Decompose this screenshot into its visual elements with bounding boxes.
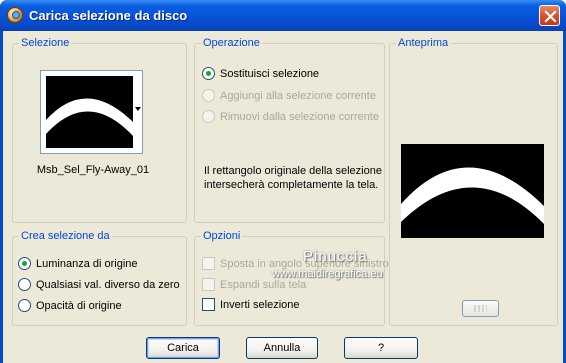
title-bar[interactable]: Carica selezione da disco <box>0 0 566 31</box>
radio-label: Qualsiasi val. diverso da zero <box>36 278 180 291</box>
radio-button[interactable] <box>202 89 215 102</box>
group-opzioni: Opzioni Sposta in angolo superiore sinis… <box>194 230 389 326</box>
radio-opacita-origine[interactable]: Opacità di origine <box>18 299 122 312</box>
annulla-button[interactable]: Annulla <box>246 337 318 359</box>
app-icon <box>7 7 23 23</box>
selection-file-picker[interactable] <box>40 70 143 154</box>
selected-file-name: Msb_Sel_Fly-Away_01 <box>36 164 150 176</box>
radio-label: Sostituisci selezione <box>220 67 320 80</box>
group-label-opzioni: Opzioni <box>201 230 243 243</box>
dialog-body: Selezione Msb_Sel_Fly-Away_01 Operazione… <box>3 31 563 363</box>
group-selezione: Selezione Msb_Sel_Fly-Away_01 <box>12 37 187 223</box>
radio-label: Rimuovi dalla selezione corrente <box>220 110 379 123</box>
checkbox[interactable] <box>202 257 215 270</box>
close-icon <box>544 10 557 23</box>
checkbox-sposta-angolo[interactable]: Sposta in angolo superiore sinistro <box>202 257 389 270</box>
carica-button[interactable]: Carica <box>146 337 220 359</box>
preview-image <box>401 144 544 238</box>
radio-aggiungi-selezione[interactable]: Aggiungi alla selezione corrente <box>202 89 376 102</box>
radio-luminanza-origine[interactable]: Luminanza di origine <box>18 257 138 270</box>
group-label-selezione: Selezione <box>19 37 72 50</box>
dropdown-arrow-icon <box>135 107 141 111</box>
radio-qualsiasi-valore[interactable]: Qualsiasi val. diverso da zero <box>18 278 180 291</box>
close-button[interactable] <box>539 5 560 26</box>
help-button[interactable]: ? <box>344 337 418 359</box>
checkbox-label: Sposta in angolo superiore sinistro <box>220 257 389 270</box>
radio-sostituisci-selezione[interactable]: Sostituisci selezione <box>202 67 319 80</box>
radio-button[interactable] <box>18 278 31 291</box>
radio-button[interactable] <box>18 299 31 312</box>
checkbox[interactable] <box>202 278 215 291</box>
preview-toggle-button[interactable] <box>462 300 499 317</box>
checkbox-inverti-selezione[interactable]: Inverti selezione <box>202 298 300 311</box>
radio-rimuovi-selezione[interactable]: Rimuovi dalla selezione corrente <box>202 110 379 123</box>
checkbox-label: Espandi sulla tela <box>220 278 307 291</box>
group-label-anteprima: Anteprima <box>396 37 451 50</box>
radio-button[interactable] <box>202 67 215 80</box>
selection-shape-image <box>46 98 133 136</box>
group-anteprima: Anteprima <box>389 37 558 326</box>
radio-label: Aggiungi alla selezione corrente <box>220 89 376 102</box>
checkbox-label: Inverti selezione <box>220 298 300 311</box>
selection-thumbnail <box>46 76 133 148</box>
operation-description: Il rettangolo originale della selezione … <box>204 165 382 191</box>
group-label-crea-selezione: Crea selezione da <box>19 230 112 243</box>
radio-button[interactable] <box>202 110 215 123</box>
group-label-operazione: Operazione <box>201 37 262 50</box>
radio-label: Opacità di origine <box>36 299 122 312</box>
preview-shape <box>401 167 544 224</box>
group-operazione: Operazione Sostituisci selezione Aggiung… <box>194 37 385 223</box>
group-crea-selezione: Crea selezione da Luminanza di origine Q… <box>12 230 187 326</box>
dialog-window: Carica selezione da disco Selezione Msb_… <box>0 0 566 363</box>
window-title: Carica selezione da disco <box>29 8 188 23</box>
checkbox-espandi-tela[interactable]: Espandi sulla tela <box>202 278 306 291</box>
checkbox[interactable] <box>202 298 215 311</box>
radio-label: Luminanza di origine <box>36 257 138 270</box>
radio-button[interactable] <box>18 257 31 270</box>
